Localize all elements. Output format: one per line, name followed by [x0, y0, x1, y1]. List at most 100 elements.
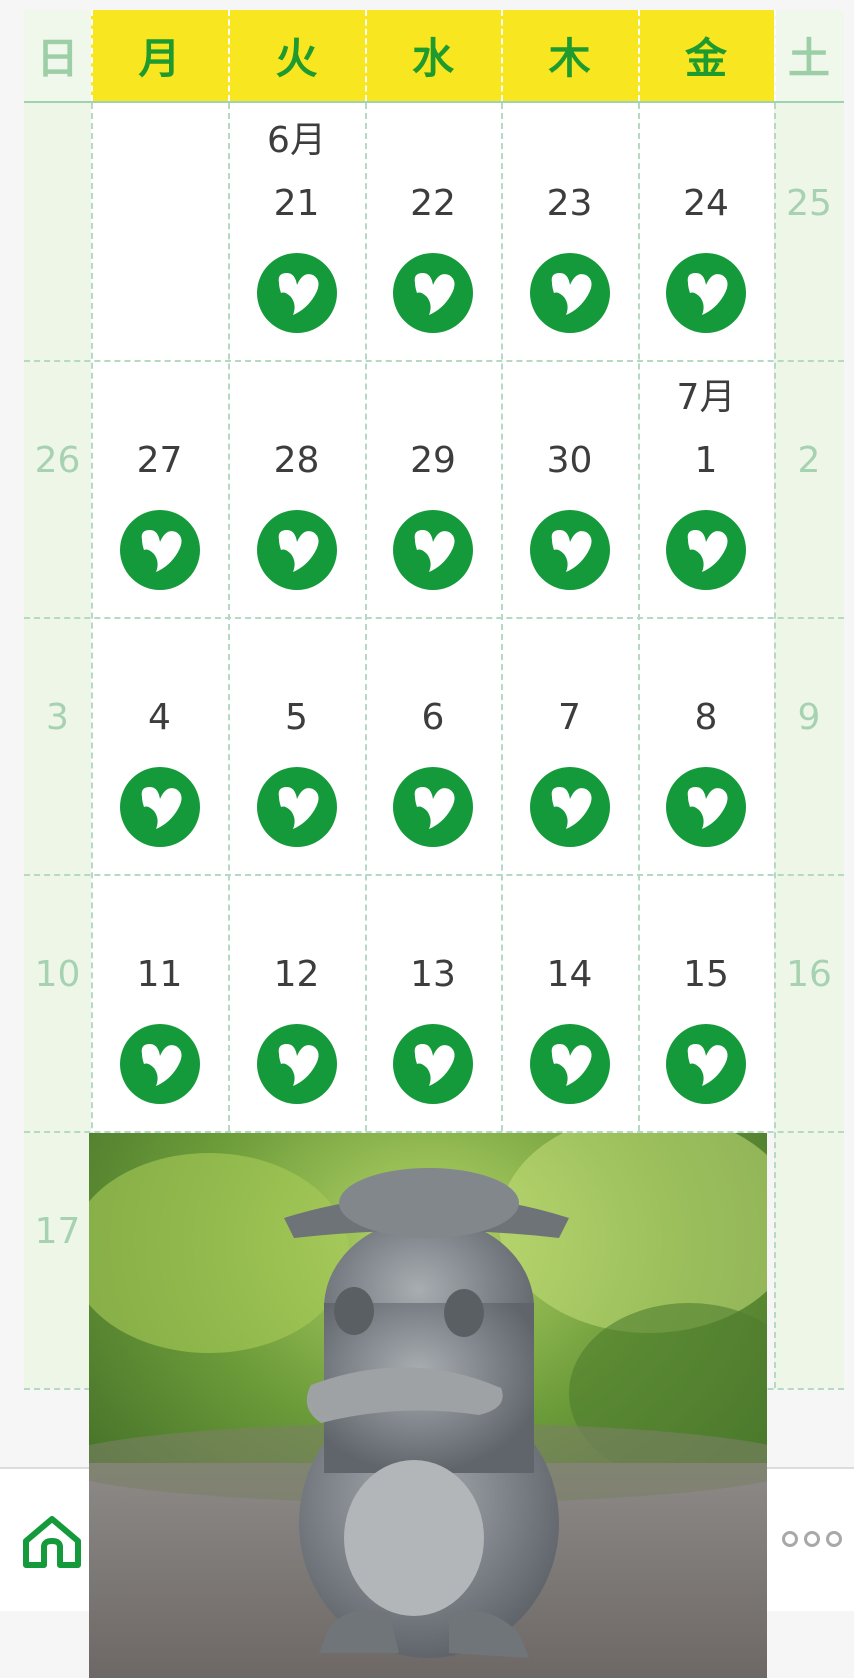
- day-number: 17: [34, 1211, 81, 1252]
- day-cell[interactable]: 7: [501, 617, 638, 874]
- day-cell[interactable]: 22: [365, 103, 501, 360]
- day-number: 14: [546, 954, 593, 995]
- header-column-divider: [638, 10, 640, 101]
- heart-leaf-badge[interactable]: [666, 767, 746, 847]
- heart-leaf-badge[interactable]: [393, 1024, 473, 1104]
- more-dot: [804, 1531, 820, 1547]
- weekday-header: 火: [228, 10, 365, 101]
- app-screen: 日月火水木金土 6月 21 22 23 24 25 26 27 28 29 30 7月 1 2 3 4 5 6 7 8 9…: [0, 0, 854, 1678]
- heart-leaf-badge[interactable]: [666, 1024, 746, 1104]
- heart-leaf-icon: [414, 530, 455, 572]
- day-cell[interactable]: 5: [228, 617, 365, 874]
- weekend-day-cell[interactable]: 16: [774, 874, 844, 1131]
- heart-leaf-icon: [414, 1044, 455, 1086]
- day-number: 27: [136, 440, 183, 481]
- day-cell[interactable]: 15: [638, 874, 774, 1131]
- day-cell[interactable]: 28: [228, 360, 365, 617]
- weekend-day-cell[interactable]: 3: [24, 617, 91, 874]
- header-column-divider: [365, 10, 367, 101]
- heart-leaf-badge[interactable]: [119, 767, 200, 847]
- day-number: 16: [786, 954, 832, 995]
- day-cell[interactable]: 29: [365, 360, 501, 617]
- day-number: 10: [34, 954, 81, 995]
- heart-leaf-icon: [278, 273, 319, 315]
- heart-leaf-badge[interactable]: [256, 1024, 337, 1104]
- header-column-divider: [774, 10, 776, 101]
- day-number: 24: [683, 183, 729, 224]
- day-cell[interactable]: 4: [91, 617, 228, 874]
- heart-leaf-icon: [551, 273, 592, 315]
- heart-leaf-badge[interactable]: [666, 510, 746, 590]
- day-number: 12: [273, 954, 320, 995]
- heart-leaf-badge[interactable]: [256, 253, 337, 333]
- heart-leaf-badge[interactable]: [393, 253, 473, 333]
- heart-leaf-icon: [414, 787, 455, 829]
- header-column-divider: [91, 10, 93, 101]
- weekend-day-cell[interactable]: 10: [24, 874, 91, 1131]
- month-label-july: 7月: [676, 377, 736, 418]
- day-cell[interactable]: 24: [638, 103, 774, 360]
- weekday-header: 月: [91, 10, 228, 101]
- heart-leaf-icon: [141, 1044, 182, 1086]
- day-number: 23: [546, 183, 593, 224]
- more-options-button[interactable]: [782, 1524, 846, 1554]
- home-button[interactable]: [20, 1511, 84, 1571]
- day-cell[interactable]: 6月 21: [228, 103, 365, 360]
- day-cell[interactable]: 6: [365, 617, 501, 874]
- heart-leaf-badge[interactable]: [393, 510, 473, 590]
- heart-leaf-icon: [278, 1044, 319, 1086]
- day-number: 28: [273, 440, 320, 481]
- more-dot: [826, 1531, 842, 1547]
- heart-leaf-icon: [141, 787, 182, 829]
- day-number: 13: [410, 954, 456, 995]
- day-cell[interactable]: 12: [228, 874, 365, 1131]
- weekend-day-cell[interactable]: 9: [774, 617, 844, 874]
- day-cell[interactable]: 23: [501, 103, 638, 360]
- weekend-day-cell[interactable]: 26: [24, 360, 91, 617]
- day-number: 30: [546, 440, 593, 481]
- day-number: 7: [558, 697, 581, 738]
- day-cell[interactable]: 14: [501, 874, 638, 1131]
- day-number: 9: [797, 697, 821, 738]
- day-cell[interactable]: 13: [365, 874, 501, 1131]
- heart-leaf-badge[interactable]: [529, 253, 610, 333]
- heart-leaf-icon: [278, 787, 319, 829]
- stone-bird-statue-photo: [89, 1133, 767, 1678]
- weekend-day-cell[interactable]: 2: [774, 360, 844, 617]
- heart-leaf-badge[interactable]: [393, 767, 473, 847]
- heart-leaf-badge[interactable]: [256, 510, 337, 590]
- photo-image: [89, 1133, 767, 1678]
- day-number: 26: [34, 440, 81, 481]
- weekday-header: 金: [638, 10, 774, 101]
- heart-leaf-badge[interactable]: [666, 253, 746, 333]
- weekday-header: 日: [24, 10, 91, 101]
- day-cell[interactable]: 11: [91, 874, 228, 1131]
- heart-leaf-badge[interactable]: [119, 1024, 200, 1104]
- heart-leaf-icon: [687, 787, 728, 829]
- heart-leaf-icon: [687, 1044, 728, 1086]
- day-cell[interactable]: 27: [91, 360, 228, 617]
- heart-leaf-icon: [551, 787, 592, 829]
- more-dot: [782, 1531, 798, 1547]
- heart-leaf-icon: [278, 530, 319, 572]
- day-number: 22: [410, 183, 456, 224]
- day-cell[interactable]: 30: [501, 360, 638, 617]
- day-cell[interactable]: 7月 1: [638, 360, 774, 617]
- header-column-divider: [501, 10, 503, 101]
- heart-leaf-badge[interactable]: [529, 767, 610, 847]
- home-icon: [23, 1516, 81, 1568]
- heart-leaf-badge[interactable]: [529, 1024, 610, 1104]
- heart-leaf-icon: [141, 530, 182, 572]
- heart-leaf-icon: [551, 1044, 592, 1086]
- heart-leaf-icon: [687, 273, 728, 315]
- day-cell[interactable]: 8: [638, 617, 774, 874]
- weekend-day-cell[interactable]: 25: [774, 103, 844, 360]
- day-number: 21: [273, 183, 320, 224]
- heart-leaf-badge[interactable]: [119, 510, 200, 590]
- heart-leaf-icon: [551, 530, 592, 572]
- heart-leaf-badge[interactable]: [529, 510, 610, 590]
- heart-leaf-badge[interactable]: [256, 767, 337, 847]
- weekend-day-cell[interactable]: 17: [24, 1131, 91, 1388]
- day-number: 25: [786, 183, 832, 224]
- day-number: 11: [136, 954, 183, 995]
